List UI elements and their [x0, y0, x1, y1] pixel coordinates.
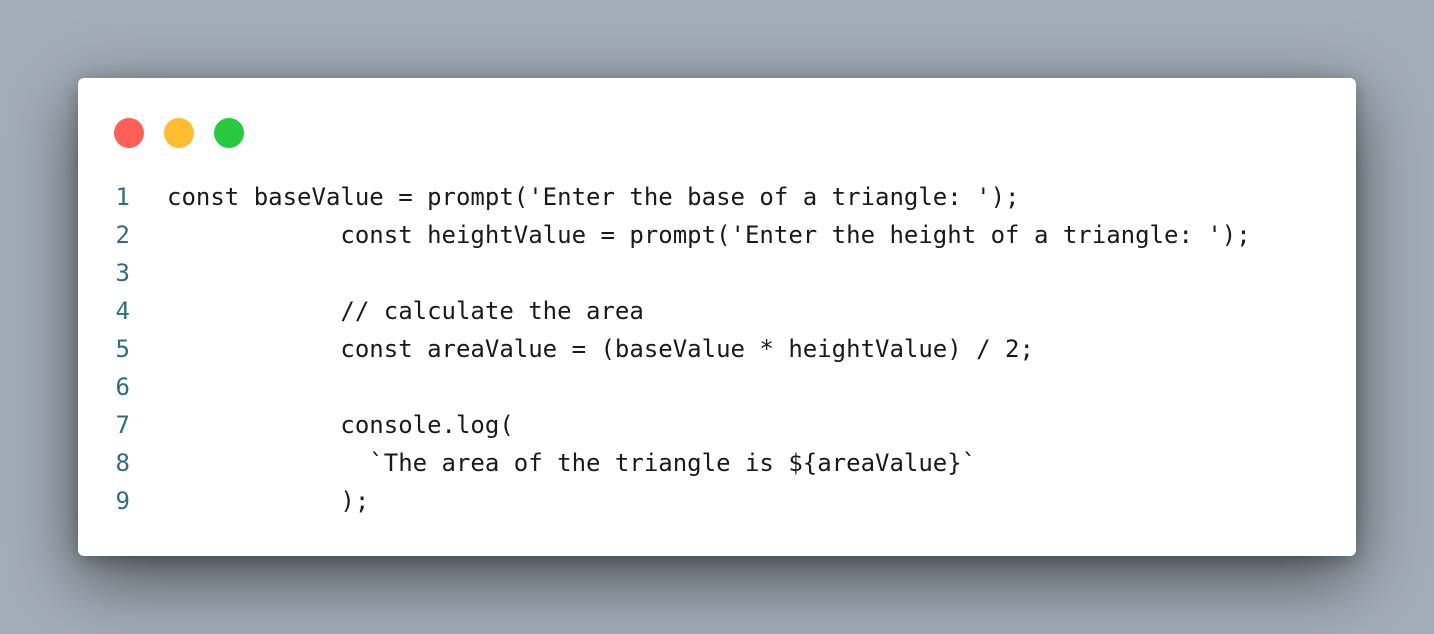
minimize-dot-icon[interactable]	[164, 118, 194, 148]
code-line: 3	[78, 254, 1356, 292]
close-dot-icon[interactable]	[114, 118, 144, 148]
line-number: 5	[115, 335, 130, 363]
code-text: const areaValue = (baseValue * heightVal…	[167, 335, 1034, 363]
line-number: 1	[115, 183, 130, 211]
code-line: 4 // calculate the area	[78, 292, 1356, 330]
code-line: 8 `The area of the triangle is ${areaVal…	[78, 444, 1356, 482]
line-number: 7	[115, 411, 130, 439]
code-line: 9 );	[78, 482, 1356, 520]
line-number: 4	[115, 297, 130, 325]
code-text: const baseValue = prompt('Enter the base…	[167, 183, 1020, 211]
line-number: 3	[115, 259, 130, 287]
code-line: 5 const areaValue = (baseValue * heightV…	[78, 330, 1356, 368]
code-text: console.log(	[167, 411, 514, 439]
line-number: 9	[115, 487, 130, 515]
code-line: 2 const heightValue = prompt('Enter the …	[78, 216, 1356, 254]
code-line: 1 const baseValue = prompt('Enter the ba…	[78, 178, 1356, 216]
code-text: const heightValue = prompt('Enter the he…	[167, 221, 1251, 249]
code-line: 6	[78, 368, 1356, 406]
code-line: 7 console.log(	[78, 406, 1356, 444]
code-text: // calculate the area	[167, 297, 644, 325]
code-text: `The area of the triangle is ${areaValue…	[167, 449, 977, 477]
maximize-dot-icon[interactable]	[214, 118, 244, 148]
code-block: 1 const baseValue = prompt('Enter the ba…	[78, 178, 1356, 520]
code-window: 1 const baseValue = prompt('Enter the ba…	[78, 78, 1356, 556]
window-controls	[114, 118, 244, 148]
line-number: 8	[115, 449, 130, 477]
line-number: 6	[115, 373, 130, 401]
code-text: );	[167, 487, 370, 515]
line-number: 2	[115, 221, 130, 249]
